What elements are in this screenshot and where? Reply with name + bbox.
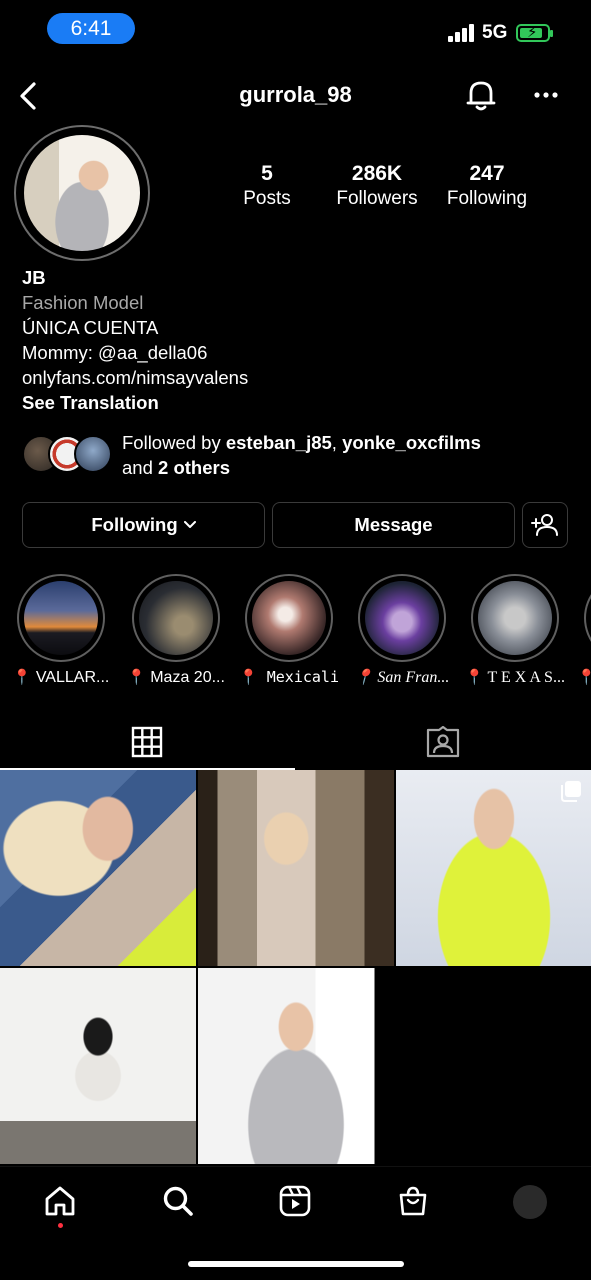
highlight-item[interactable]: 📍 San Fran...	[343, 574, 456, 694]
carousel-icon	[561, 781, 581, 802]
nav-profile[interactable]	[500, 1181, 560, 1225]
pin-icon: 📍	[354, 670, 374, 686]
add-user-button[interactable]	[522, 502, 568, 548]
highlight-item[interactable]: 📍 T E X A S...	[456, 574, 569, 694]
signal-icon	[448, 24, 476, 42]
nav-home[interactable]	[30, 1181, 90, 1228]
bio-mention-line[interactable]: Mommy: @aa_della06	[22, 340, 562, 365]
grid-icon	[131, 726, 163, 758]
battery-icon: ⚡	[516, 24, 553, 42]
post-thumbnail[interactable]	[0, 968, 196, 1164]
pin-icon: 📍	[127, 669, 146, 686]
more-icon[interactable]	[530, 82, 562, 108]
nav-shop[interactable]	[383, 1181, 443, 1225]
bell-icon[interactable]	[462, 76, 500, 114]
see-translation-link[interactable]: See Translation	[22, 390, 562, 415]
post-grid	[0, 770, 591, 1166]
message-button[interactable]: Message	[272, 502, 515, 548]
mutual-others: 2 others	[158, 457, 230, 478]
message-button-label: Message	[354, 514, 433, 535]
story-highlights: 📍 VALLAR... 📍 Maza 20... 📍 Mexicali 📍 Sa…	[0, 574, 591, 694]
notification-dot	[58, 1223, 63, 1228]
mutual-user: esteban_j85	[225, 432, 332, 453]
stat-label: Following	[446, 188, 528, 209]
tab-grid[interactable]	[0, 714, 295, 770]
bio-link[interactable]: onlyfans.com/nimsayvalens	[22, 365, 562, 390]
status-time: 6:41	[47, 13, 135, 44]
stat-following[interactable]: 247 Following	[432, 162, 542, 210]
stat-value: 247	[469, 162, 505, 185]
pin-icon: 📍	[465, 670, 484, 686]
highlight-item[interactable]: 📍 Maza 20...	[117, 574, 230, 694]
highlight-label: VALLAR...	[35, 669, 110, 686]
chevron-down-icon	[183, 521, 196, 528]
stat-value: 5	[261, 162, 273, 185]
post-thumbnail[interactable]	[396, 770, 591, 966]
tab-tagged[interactable]	[296, 714, 591, 770]
stat-posts[interactable]: 5 Posts	[212, 162, 322, 210]
following-button-label: Following	[91, 514, 178, 535]
profile-category: Fashion Model	[22, 292, 144, 313]
post-thumbnail[interactable]	[198, 770, 394, 966]
stat-value: 286K	[351, 162, 403, 185]
profile-header: gurrola_98	[0, 70, 591, 122]
pin-icon: 📍	[239, 668, 258, 686]
post-thumbnail[interactable]	[0, 770, 196, 966]
highlight-item[interactable]: 📍 VALLAR...	[2, 574, 115, 694]
nav-reels[interactable]	[265, 1181, 325, 1225]
stat-label: Followers	[336, 188, 418, 209]
stat-followers[interactable]: 286K Followers	[322, 162, 432, 210]
bio-line: ÚNICA CUENTA	[22, 317, 159, 338]
profile-name: JB	[22, 267, 46, 288]
followed-by-text: Followed by esteban_j85, yonke_oxcfilms …	[122, 432, 481, 478]
profile-avatar	[24, 135, 140, 251]
network-label: 5G	[482, 22, 508, 43]
home-icon	[45, 1186, 75, 1216]
highlight-item[interactable]: 📍	[569, 574, 591, 694]
highlight-label: T E X A S...	[487, 669, 565, 686]
highlight-label: Maza 20...	[150, 669, 225, 686]
shop-icon	[399, 1186, 427, 1216]
pin-icon: 📍	[12, 669, 32, 686]
profile-avatar-icon	[513, 1185, 547, 1219]
profile-tabs	[0, 714, 591, 770]
add-user-icon	[531, 514, 558, 536]
tagged-icon	[426, 726, 460, 758]
highlight-label: San Fran...	[377, 669, 450, 686]
profile-avatar-ring[interactable]	[14, 125, 150, 261]
post-thumbnail[interactable]	[198, 968, 394, 1164]
highlight-item[interactable]: 📍 Mexicali	[230, 574, 343, 694]
search-icon	[163, 1186, 193, 1216]
profile-stats: 5 Posts 286K Followers 247 Following	[212, 162, 542, 222]
profile-username: gurrola_98	[239, 82, 352, 107]
profile-bio: JB Fashion Model ÚNICA CUENTA Mommy: @aa…	[22, 265, 562, 415]
nav-search[interactable]	[148, 1181, 208, 1225]
reels-icon	[279, 1185, 311, 1217]
status-bar: 6:41 5G ⚡	[0, 0, 591, 60]
mutual-user: yonke_oxcfilms	[342, 432, 481, 453]
mutual-avatars	[22, 435, 112, 475]
highlight-label: Mexicali	[266, 668, 339, 686]
avatar	[74, 435, 112, 473]
pin-icon: 📍	[577, 669, 591, 686]
stat-label: Posts	[243, 188, 291, 209]
home-indicator	[188, 1261, 404, 1267]
followed-by[interactable]: Followed by esteban_j85, yonke_oxcfilms …	[22, 430, 582, 480]
following-button[interactable]: Following	[22, 502, 265, 548]
